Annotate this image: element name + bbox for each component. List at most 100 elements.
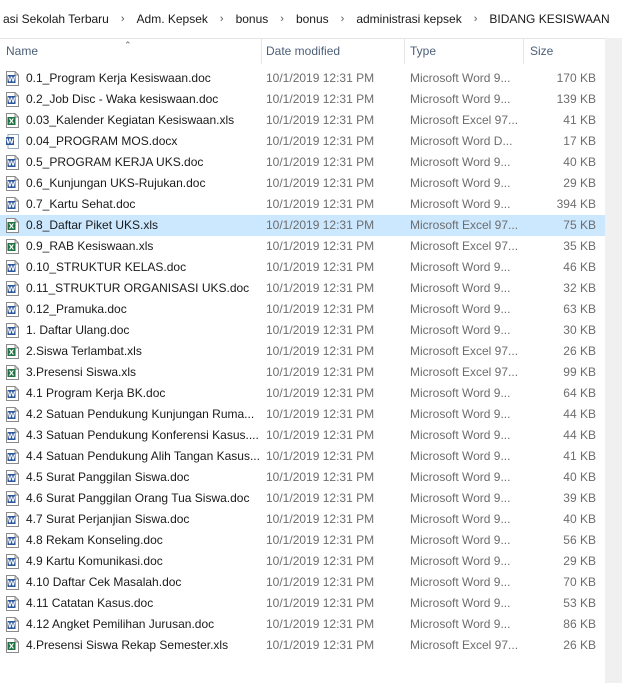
excel-doc-icon: X [6,365,19,380]
column-header-type[interactable]: Type [405,38,524,64]
vertical-scrollbar[interactable] [605,38,622,683]
file-type: Microsoft Excel 97... [410,113,519,127]
file-row[interactable]: X 4.Presensi Siswa Rekap Semester.xls 10/1… [0,635,605,656]
column-header-name-label: Name [6,44,39,58]
svg-text:X: X [9,244,15,252]
svg-text:W: W [8,97,16,105]
word-doc-icon: W [6,428,19,443]
file-size: 41 KB [563,449,596,463]
file-row[interactable]: W 4.3 Satuan Pendukung Konferensi Kasus..… [0,425,605,446]
file-row[interactable]: W 0.7_Kartu Sehat.doc 10/1/2019 12:31 PM Mi… [0,194,605,215]
breadcrumb-separator-icon[interactable]: › [271,13,293,25]
word-doc-icon: W [6,176,19,191]
breadcrumb-item[interactable]: bonus [293,12,332,26]
file-type: Microsoft Word 9... [410,386,511,400]
svg-text:X: X [9,370,15,378]
file-name: 0.8_Daftar Piket UKS.xls [26,218,159,232]
word-doc-icon: W [6,407,19,422]
word-doc-icon: W [6,491,19,506]
file-name: 0.7_Kartu Sehat.doc [26,197,136,211]
file-row[interactable]: W 0.2_Job Disc - Waka kesiswaan.doc 10/1/2… [0,89,605,110]
file-row[interactable]: W 4.11 Catatan Kasus.doc 10/1/2019 12:31 P… [0,593,605,614]
file-row[interactable]: W 4.10 Daftar Cek Masalah.doc 10/1/2019 12… [0,572,605,593]
file-row[interactable]: X 3.Presensi Siswa.xls 10/1/2019 12:31 PM M… [0,362,605,383]
breadcrumb-item[interactable]: Adm. Kepsek [134,12,211,26]
column-header-date[interactable]: Date modified [261,38,405,64]
file-row[interactable]: W 4.4 Satuan Pendukung Alih Tangan Kasus.… [0,446,605,467]
file-row[interactable]: W 0.12_Pramuka.doc 10/1/2019 12:31 PM Micro… [0,299,605,320]
column-header-name[interactable]: ⌃ Name [0,38,262,64]
file-row[interactable]: W 4.9 Kartu Komunikasi.doc 10/1/2019 12:31… [0,551,605,572]
word-docx-icon: W [6,134,19,149]
file-name: 4.Presensi Siswa Rekap Semester.xls [26,638,229,652]
file-row[interactable]: W 1. Daftar Ulang.doc 10/1/2019 12:31 PM Mi… [0,320,605,341]
svg-text:W: W [8,202,16,210]
file-date-modified: 10/1/2019 12:31 PM [266,533,375,547]
svg-text:W: W [8,433,16,441]
file-row[interactable]: X 2.Siswa Terlambat.xls 10/1/2019 12:31 PM… [0,341,605,362]
breadcrumb-separator-icon[interactable]: › [465,13,487,25]
file-name: 0.5_PROGRAM KERJA UKS.doc [26,155,204,169]
svg-text:W: W [6,138,14,146]
word-doc-icon: W [6,71,19,86]
svg-text:W: W [8,559,16,567]
file-type: Microsoft Word 9... [410,323,511,337]
file-size: 39 KB [563,491,596,505]
file-name: 0.9_RAB Kesiswaan.xls [26,239,154,253]
svg-text:W: W [8,454,16,462]
word-doc-icon: W [6,596,19,611]
file-row[interactable]: W 0.1_Program Kerja Kesiswaan.doc 10/1/201… [0,68,605,89]
file-date-modified: 10/1/2019 12:31 PM [266,470,375,484]
file-row[interactable]: W 4.5 Surat Panggilan Siswa.doc 10/1/2019 … [0,467,605,488]
breadcrumb-item[interactable]: BIDANG KESISWAAN [486,12,612,26]
file-row[interactable]: W 0.5_PROGRAM KERJA UKS.doc 10/1/2019 12:3… [0,152,605,173]
file-row[interactable]: W 0.6_Kunjungan UKS-Rujukan.doc 10/1/2019 … [0,173,605,194]
file-row[interactable]: W 0.10_STRUKTUR KELAS.doc 10/1/2019 12:31 … [0,257,605,278]
file-type: Microsoft Excel 97... [410,218,519,232]
file-date-modified: 10/1/2019 12:31 PM [266,596,375,610]
file-row[interactable]: X 0.9_RAB Kesiswaan.xls 10/1/2019 12:31 PM… [0,236,605,257]
file-size: 75 KB [563,218,596,232]
file-row[interactable]: W 0.04_PROGRAM MOS.docx 10/1/2019 12:31 PM… [0,131,605,152]
file-type: Microsoft Word 9... [410,176,511,190]
file-type: Microsoft Word 9... [410,491,511,505]
file-size: 40 KB [563,512,596,526]
file-row[interactable]: W 4.7 Surat Perjanjian Siswa.doc 10/1/2019… [0,509,605,530]
file-row[interactable]: W 4.2 Satuan Pendukung Kunjungan Ruma... 1… [0,404,605,425]
svg-text:W: W [8,622,16,630]
breadcrumb-separator-icon[interactable]: › [332,13,354,25]
file-type: Microsoft Word 9... [410,71,511,85]
file-size: 44 KB [563,428,596,442]
file-row[interactable]: W 4.8 Rekam Konseling.doc 10/1/2019 12:31 … [0,530,605,551]
file-name: 4.5 Surat Panggilan Siswa.doc [26,470,190,484]
file-row[interactable]: W 4.1 Program Kerja BK.doc 10/1/2019 12:31… [0,383,605,404]
breadcrumb-separator-icon[interactable]: › [211,13,233,25]
svg-text:W: W [8,517,16,525]
file-date-modified: 10/1/2019 12:31 PM [266,113,375,127]
excel-doc-icon: X [6,218,19,233]
file-row[interactable]: W 4.12 Angket Pemilihan Jurusan.doc 10/1/2… [0,614,605,635]
file-date-modified: 10/1/2019 12:31 PM [266,134,375,148]
file-row[interactable]: W 0.11_STRUKTUR ORGANISASI UKS.doc 10/1/20… [0,278,605,299]
breadcrumb-item[interactable]: administrasi kepsek [353,12,464,26]
file-date-modified: 10/1/2019 12:31 PM [266,281,375,295]
file-list: W 0.1_Program Kerja Kesiswaan.doc 10/1/201… [0,68,605,656]
file-row[interactable]: X 0.8_Daftar Piket UKS.xls 10/1/2019 12:31… [0,215,605,236]
file-name: 4.10 Daftar Cek Masalah.doc [26,575,182,589]
file-size: 40 KB [563,155,596,169]
svg-text:X: X [9,349,15,357]
svg-text:W: W [8,538,16,546]
svg-text:W: W [8,496,16,504]
breadcrumb-separator-icon[interactable]: › [112,13,134,25]
file-row[interactable]: W 4.6 Surat Panggilan Orang Tua Siswa.doc… [0,488,605,509]
column-header-size[interactable]: Size [524,38,604,64]
breadcrumb-item[interactable]: bonus [233,12,272,26]
file-row[interactable]: X 0.03_Kalender Kegiatan Kesiswaan.xls 10/… [0,110,605,131]
file-name: 3.Presensi Siswa.xls [26,365,137,379]
file-type: Microsoft Word 9... [410,281,511,295]
word-doc-icon: W [6,302,19,317]
breadcrumb-item[interactable]: asi Sekolah Terbaru [0,12,112,26]
file-name: 2.Siswa Terlambat.xls [26,344,142,358]
sort-up-icon: ⌃ [124,40,132,50]
file-size: 170 KB [556,71,596,85]
